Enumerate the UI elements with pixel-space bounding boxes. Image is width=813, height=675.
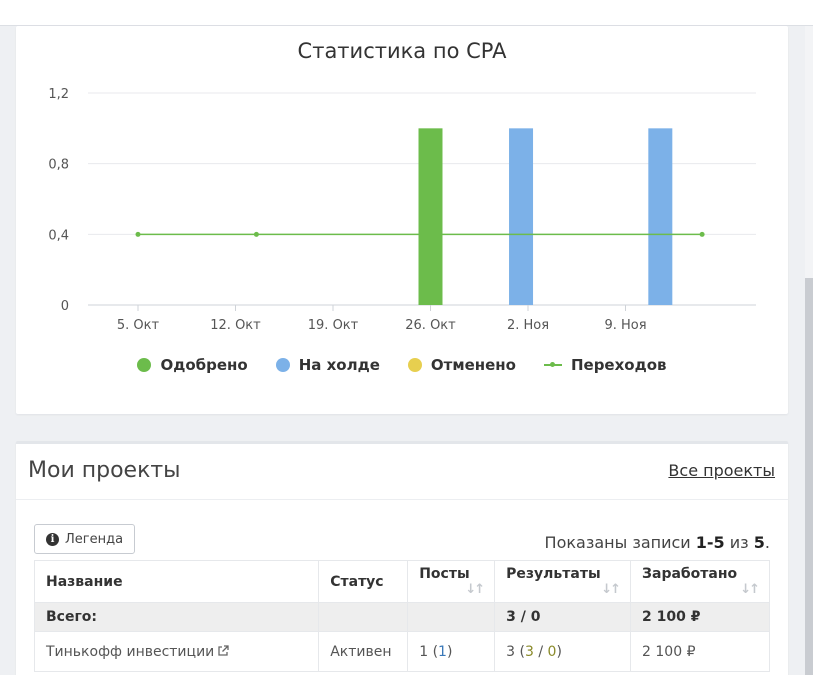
- bar: [648, 128, 673, 305]
- table-row: Тинькофф инвестиции Активен 1 (1) 3 (3 /…: [33, 631, 770, 672]
- x-tick-label: 2. Ноя: [507, 318, 549, 333]
- bar: [509, 128, 534, 305]
- records-suffix: .: [764, 533, 770, 552]
- project-name-cell: Тинькофф инвестиции: [33, 631, 320, 672]
- sort-icon[interactable]: ↓↑: [465, 582, 485, 597]
- legend-label: Одобрено: [160, 356, 248, 374]
- project-earned-cell: 2 100 ₽: [630, 631, 770, 672]
- column-label: Заработано: [642, 566, 738, 582]
- legend-label: Переходов: [570, 356, 667, 374]
- projects-title: Мои проекты: [28, 458, 181, 483]
- project-posts-cell: 1 (1): [407, 631, 496, 672]
- line-point: [253, 231, 259, 237]
- records-info: Показаны записи 1-5 из 5.: [545, 533, 770, 552]
- sort-icon[interactable]: ↓↑: [601, 582, 621, 597]
- total-posts: [407, 602, 496, 632]
- column-header-posts[interactable]: Посты ↓↑: [407, 560, 496, 603]
- column-header-status[interactable]: Статус: [318, 560, 409, 603]
- projects-header: Мои проекты Все проекты: [16, 444, 788, 500]
- total-label: Всего:: [33, 602, 320, 632]
- total-earned: 2 100 ₽: [630, 602, 770, 632]
- legend-button-label: Легенда: [65, 531, 124, 547]
- records-total: 5: [753, 533, 765, 552]
- legend-label: На холде: [298, 356, 380, 374]
- column-label: Посты: [419, 566, 470, 582]
- records-prefix: Показаны записи: [544, 533, 696, 552]
- y-tick-label: 0,8: [48, 158, 69, 173]
- legend-button[interactable]: i Легенда: [34, 524, 136, 554]
- line-point: [699, 231, 705, 237]
- column-label: Результаты: [506, 566, 601, 582]
- legend-label: Отменено: [430, 356, 516, 374]
- scrollbar-thumb[interactable]: [805, 278, 813, 675]
- y-tick-label: 0: [61, 299, 69, 314]
- line-marker-icon: [543, 362, 562, 367]
- column-label: Статус: [330, 573, 384, 590]
- project-results-cell: 3 (3 / 0): [494, 631, 632, 672]
- total-row: Всего: 3 / 0 2 100 ₽: [33, 602, 770, 632]
- x-tick-label: 19. Окт: [308, 318, 359, 333]
- column-header-name[interactable]: Название: [33, 560, 320, 603]
- cpa-stats-card: Статистика по CPA 0 0,4 0,8 1,2 5. Окт 12. Ок…: [16, 26, 788, 414]
- x-tick-label: 26. Окт: [405, 318, 456, 333]
- cancelled-dot-icon: [407, 358, 422, 372]
- top-bar: [0, 0, 813, 26]
- total-status: [318, 602, 409, 632]
- records-range: 1-5: [695, 533, 725, 552]
- x-tick-label: 9. Ноя: [604, 318, 646, 333]
- x-tick-label: 12. Окт: [210, 318, 261, 333]
- total-results: 3 / 0: [494, 602, 632, 632]
- project-name-link[interactable]: Тинькофф инвестиции: [46, 644, 214, 660]
- results-hold: 0: [547, 643, 557, 660]
- results-approved: 3: [524, 643, 534, 660]
- table-header-row: Название Статус Посты ↓↑ Результаты ↓↑ Зар…: [33, 560, 770, 603]
- posts-total: 1: [419, 643, 429, 660]
- approved-dot-icon: [137, 358, 152, 372]
- legend-item-approved[interactable]: Одобрено: [137, 356, 248, 374]
- line-point: [135, 231, 141, 237]
- projects-table: Название Статус Посты ↓↑ Результаты ↓↑ Зар…: [33, 560, 770, 672]
- project-status-cell: Активен: [318, 631, 409, 672]
- chart-title: Статистика по CPA: [298, 39, 508, 63]
- all-projects-link[interactable]: Все проекты: [668, 461, 775, 480]
- sort-icon[interactable]: ↓↑: [740, 582, 760, 597]
- legend-item-clicks[interactable]: Переходов: [543, 356, 667, 374]
- x-tick-label: 5. Окт: [117, 318, 160, 333]
- column-header-results[interactable]: Результаты ↓↑: [494, 560, 632, 603]
- chart-legend: Одобрено На холде Отменено Переходов: [16, 356, 788, 374]
- posts-active: 1: [438, 643, 447, 660]
- on-hold-dot-icon: [275, 358, 290, 372]
- y-tick-label: 1,2: [48, 87, 69, 102]
- y-tick-label: 0,4: [48, 228, 69, 243]
- legend-item-cancelled[interactable]: Отменено: [407, 356, 516, 374]
- results-total: 3: [506, 643, 516, 660]
- bar: [418, 128, 443, 305]
- column-header-earned[interactable]: Заработано ↓↑: [630, 560, 770, 603]
- cpa-chart: Статистика по CPA 0 0,4 0,8 1,2 5. Окт 12. Ок…: [48, 39, 756, 333]
- my-projects-card: Мои проекты Все проекты i Легенда Показа…: [16, 441, 788, 675]
- info-icon: i: [46, 532, 59, 546]
- column-label: Название: [46, 573, 123, 590]
- legend-item-on-hold[interactable]: На холде: [275, 356, 380, 374]
- external-link-icon[interactable]: [217, 644, 229, 657]
- records-mid: из: [724, 533, 754, 552]
